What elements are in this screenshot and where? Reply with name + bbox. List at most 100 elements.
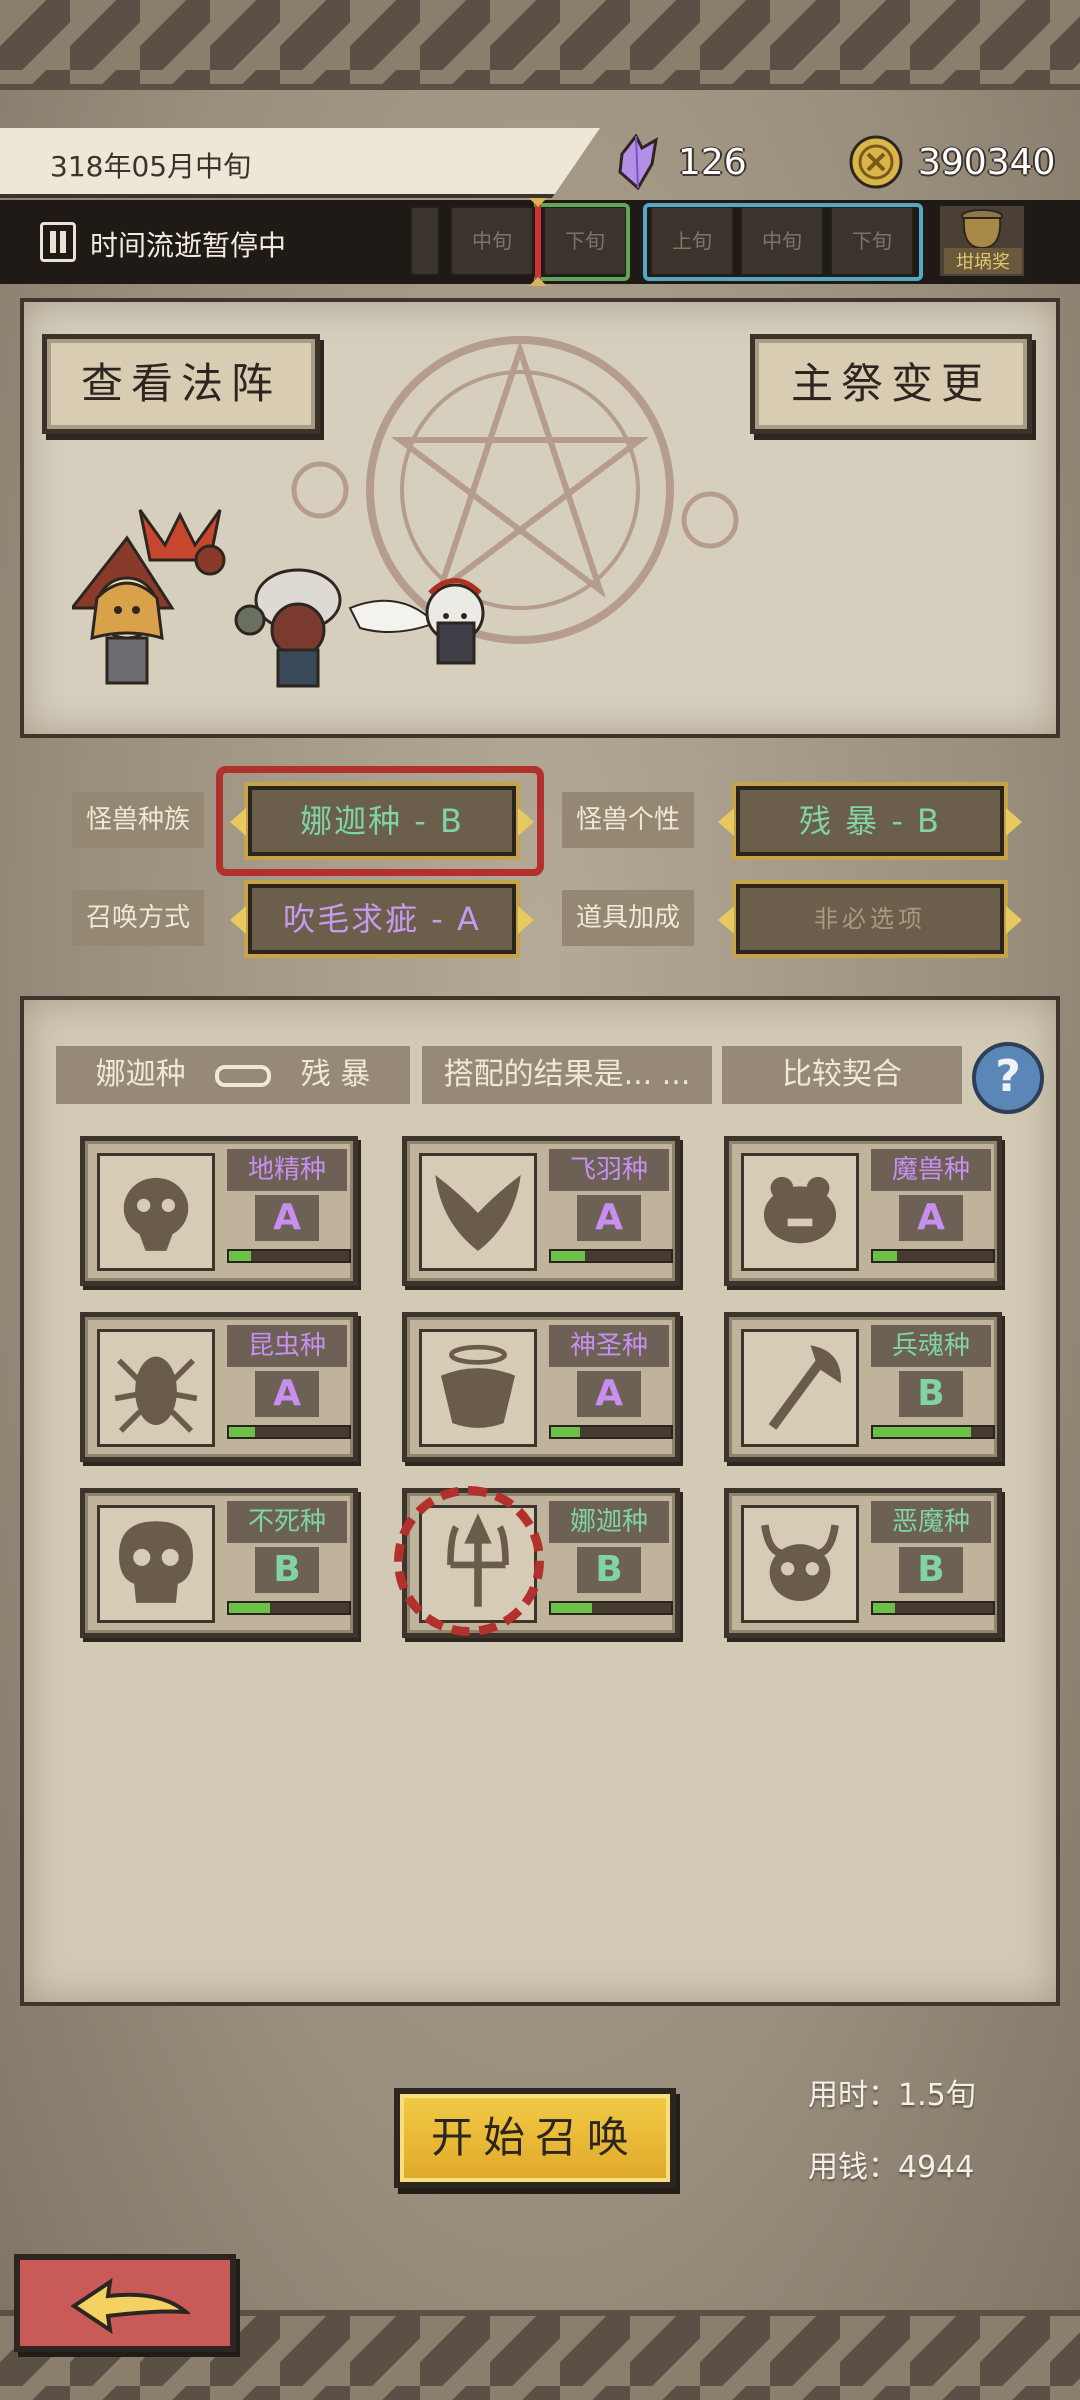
compatibility-bar bbox=[227, 1601, 351, 1615]
combo-race: 娜迦种 bbox=[95, 1057, 186, 1092]
crystal-count: 126 bbox=[678, 142, 747, 183]
crystal-icon bbox=[618, 134, 658, 190]
money-cost: 用钱：4944 bbox=[808, 2150, 975, 2185]
next-month-group bbox=[643, 203, 923, 281]
race-card[interactable]: 不死种 B bbox=[80, 1488, 358, 1638]
link-icon bbox=[215, 1064, 272, 1087]
holy-icon bbox=[440, 1344, 516, 1428]
race-grade: B bbox=[899, 1547, 963, 1593]
race-grade: A bbox=[899, 1195, 963, 1241]
change-priest-button[interactable]: 主祭变更 bbox=[750, 334, 1032, 434]
prev-arrow-icon[interactable] bbox=[718, 808, 734, 836]
race-grade: B bbox=[577, 1547, 641, 1593]
skull-helmet-character[interactable] bbox=[228, 560, 358, 690]
compatibility-fill bbox=[229, 1603, 270, 1613]
race-name: 不死种 bbox=[227, 1501, 347, 1543]
race-icon-frame bbox=[97, 1153, 215, 1271]
compatibility-fill bbox=[229, 1251, 251, 1261]
back-button[interactable] bbox=[14, 2254, 236, 2352]
race-name: 昆虫种 bbox=[227, 1325, 347, 1367]
prev-arrow-icon[interactable] bbox=[718, 906, 734, 934]
skull-icon bbox=[118, 1521, 194, 1603]
compatibility-fill bbox=[551, 1251, 585, 1261]
demon-icon bbox=[761, 1524, 839, 1602]
race-icon-frame bbox=[419, 1329, 537, 1447]
top-border bbox=[0, 0, 1080, 90]
compatibility-bar bbox=[549, 1601, 673, 1615]
race-card[interactable]: 恶魔种 B bbox=[724, 1488, 1002, 1638]
race-icon-frame bbox=[741, 1329, 859, 1447]
goblin-icon bbox=[123, 1177, 189, 1251]
race-card[interactable]: 魔兽种 A bbox=[724, 1136, 1002, 1286]
method-value: 吹毛求疵 - A bbox=[283, 900, 481, 938]
race-label: 怪兽种族 bbox=[72, 792, 205, 848]
race-value: 娜迦种 - B bbox=[300, 802, 464, 840]
race-card[interactable]: 兵魂种 B bbox=[724, 1312, 1002, 1462]
help-icon[interactable]: ? bbox=[972, 1042, 1044, 1114]
combo-personality: 残 暴 bbox=[300, 1057, 371, 1092]
race-grade: A bbox=[577, 1195, 641, 1241]
race-icon-frame bbox=[741, 1153, 859, 1271]
item-selector[interactable]: 非必选项 bbox=[718, 884, 1022, 954]
next-arrow-icon[interactable] bbox=[518, 808, 534, 836]
item-label: 道具加成 bbox=[562, 890, 695, 946]
compatibility-fill bbox=[229, 1427, 256, 1437]
race-card[interactable]: 地精种 A bbox=[80, 1136, 358, 1286]
prev-arrow-icon[interactable] bbox=[230, 906, 246, 934]
race-grade: A bbox=[255, 1195, 319, 1241]
start-summon-button[interactable]: 开始召唤 bbox=[394, 2088, 676, 2188]
method-label: 召唤方式 bbox=[72, 890, 205, 946]
race-grade: B bbox=[255, 1547, 319, 1593]
wings-icon bbox=[435, 1174, 521, 1251]
prev-arrow-icon[interactable] bbox=[230, 808, 246, 836]
time-status: 时间流逝暂停中 bbox=[90, 229, 287, 262]
cauldron-label: 坩埚奖 bbox=[944, 248, 1022, 274]
compatibility-fill bbox=[873, 1251, 897, 1261]
item-value: 非必选项 bbox=[814, 905, 926, 933]
period-cell-partial bbox=[410, 206, 440, 276]
personality-selector[interactable]: 残 暴 - B bbox=[718, 786, 1022, 856]
current-period-group bbox=[534, 203, 630, 281]
compatibility-bar bbox=[871, 1425, 995, 1439]
race-grade: B bbox=[899, 1371, 963, 1417]
pause-icon[interactable] bbox=[40, 222, 76, 262]
race-card[interactable]: 昆虫种 A bbox=[80, 1312, 358, 1462]
combo-result: 比较契合 bbox=[722, 1046, 962, 1104]
view-array-button[interactable]: 查看法阵 bbox=[42, 334, 320, 434]
next-arrow-icon[interactable] bbox=[1006, 808, 1022, 836]
compatibility-fill bbox=[873, 1603, 895, 1613]
race-name: 飞羽种 bbox=[549, 1149, 669, 1191]
race-name: 地精种 bbox=[227, 1149, 347, 1191]
cauldron-icon bbox=[961, 209, 1003, 250]
race-card[interactable]: 飞羽种 A bbox=[402, 1136, 680, 1286]
race-icon-frame bbox=[419, 1153, 537, 1271]
angel-character[interactable] bbox=[340, 568, 520, 688]
compatibility-bar bbox=[549, 1249, 673, 1263]
personality-label: 怪兽个性 bbox=[562, 792, 695, 848]
compatibility-bar bbox=[227, 1425, 351, 1439]
race-icon-frame bbox=[97, 1505, 215, 1623]
personality-value: 残 暴 - B bbox=[798, 802, 942, 840]
race-name: 恶魔种 bbox=[871, 1501, 991, 1543]
race-grade: A bbox=[255, 1371, 319, 1417]
compatibility-bar bbox=[871, 1601, 995, 1615]
race-name: 神圣种 bbox=[549, 1325, 669, 1367]
next-arrow-icon[interactable] bbox=[518, 906, 534, 934]
race-card[interactable]: 神圣种 A bbox=[402, 1312, 680, 1462]
game-date: 318年05月中旬 bbox=[50, 150, 252, 183]
weapon-icon bbox=[768, 1345, 841, 1430]
coin-icon bbox=[849, 135, 903, 189]
insect-icon bbox=[114, 1356, 198, 1433]
time-marker bbox=[529, 198, 547, 286]
compatibility-fill bbox=[873, 1427, 972, 1437]
method-selector[interactable]: 吹毛求疵 - A bbox=[230, 884, 534, 954]
race-icon-frame bbox=[97, 1329, 215, 1447]
next-arrow-icon[interactable] bbox=[1006, 906, 1022, 934]
beast-icon bbox=[763, 1176, 837, 1244]
race-name: 魔兽种 bbox=[871, 1149, 991, 1191]
compatibility-bar bbox=[227, 1249, 351, 1263]
time-cost: 用时：1.5旬 bbox=[808, 2078, 976, 2113]
race-grade: A bbox=[577, 1371, 641, 1417]
race-name: 兵魂种 bbox=[871, 1325, 991, 1367]
race-selector[interactable]: 娜迦种 - B bbox=[230, 786, 534, 856]
